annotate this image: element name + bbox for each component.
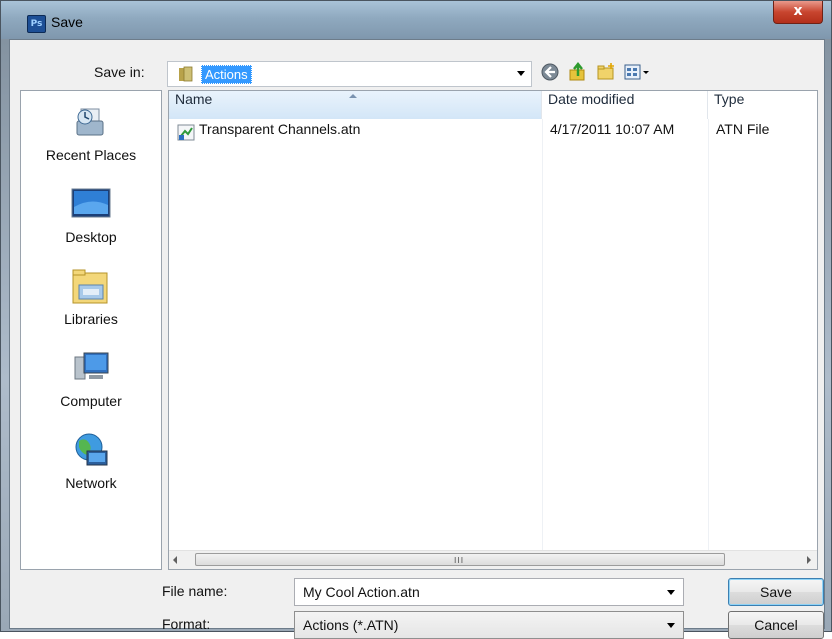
column-divider (542, 119, 543, 551)
place-label: Libraries (64, 311, 118, 327)
place-label: Desktop (65, 229, 117, 245)
format-label: Format: (162, 616, 211, 632)
scroll-right-arrow-icon[interactable] (807, 556, 811, 564)
chevron-down-icon[interactable] (517, 71, 525, 76)
window-title: Save (51, 14, 83, 30)
chevron-down-icon[interactable] (667, 623, 675, 628)
place-label: Recent Places (45, 147, 137, 163)
close-button[interactable]: x (773, 1, 823, 24)
place-label: Computer (60, 393, 122, 409)
format-value: Actions (*.ATN) (303, 617, 399, 633)
places-sidebar: Recent Places Desktop Libraries Computer… (20, 90, 162, 570)
scrollbar-thumb[interactable]: III (195, 553, 725, 566)
file-name-input[interactable]: My Cool Action.atn (294, 578, 684, 606)
chevron-down-icon[interactable] (667, 590, 675, 595)
place-label: Network (65, 475, 117, 491)
horizontal-scrollbar[interactable]: III (169, 550, 817, 569)
network-icon (75, 433, 108, 466)
column-header-name[interactable]: Name (169, 91, 542, 119)
save-dialog-window: Ps Save x Save in: Actions Recent Places… (0, 0, 832, 639)
file-name-label: File name: (162, 583, 228, 599)
recent-places-icon (76, 108, 104, 136)
title-bar[interactable]: Ps Save x (1, 1, 831, 39)
place-recent-places[interactable]: Recent Places (21, 103, 161, 163)
view-menu-icon[interactable] (624, 62, 652, 82)
file-date-cell: 4/17/2011 10:07 AM (550, 121, 675, 137)
format-dropdown[interactable]: Actions (*.ATN) (294, 611, 684, 639)
place-network[interactable]: Network (21, 431, 161, 491)
column-header-date-modified[interactable]: Date modified (542, 91, 708, 119)
save-in-dropdown[interactable]: Actions (167, 61, 532, 87)
folder-icon (179, 66, 193, 82)
column-header-type[interactable]: Type (708, 91, 817, 119)
dialog-body: Save in: Actions Recent Places Desktop L… (9, 39, 825, 639)
new-folder-icon[interactable] (596, 62, 616, 82)
back-arrow-icon[interactable] (540, 62, 560, 82)
file-list[interactable]: Name Date modified Type Transparent Chan… (168, 90, 818, 570)
save-in-value: Actions (201, 65, 252, 84)
sort-ascending-icon (349, 94, 357, 98)
save-button[interactable]: Save (728, 578, 824, 606)
save-in-label: Save in: (94, 64, 145, 80)
place-libraries[interactable]: Libraries (21, 267, 161, 327)
cancel-button[interactable]: Cancel (728, 611, 824, 639)
column-header-label: Type (714, 91, 745, 107)
scroll-left-arrow-icon[interactable] (173, 556, 177, 564)
column-header-label: Date modified (548, 91, 635, 107)
column-header-label: Name (175, 91, 213, 107)
scroll-grip-icon: III (454, 556, 465, 565)
place-desktop[interactable]: Desktop (21, 185, 161, 245)
file-name-cell: Transparent Channels.atn (199, 121, 361, 137)
file-type-cell: ATN File (716, 121, 770, 137)
computer-icon (74, 352, 109, 380)
libraries-icon (72, 269, 108, 304)
action-file-icon (177, 124, 195, 141)
photoshop-app-icon: Ps (27, 15, 46, 33)
desktop-icon (71, 188, 111, 218)
file-row[interactable]: Transparent Channels.atn 4/17/2011 10:07… (169, 121, 817, 143)
place-computer[interactable]: Computer (21, 349, 161, 409)
file-name-value: My Cool Action.atn (303, 584, 420, 600)
up-folder-icon[interactable] (568, 62, 588, 82)
column-divider (708, 119, 709, 551)
